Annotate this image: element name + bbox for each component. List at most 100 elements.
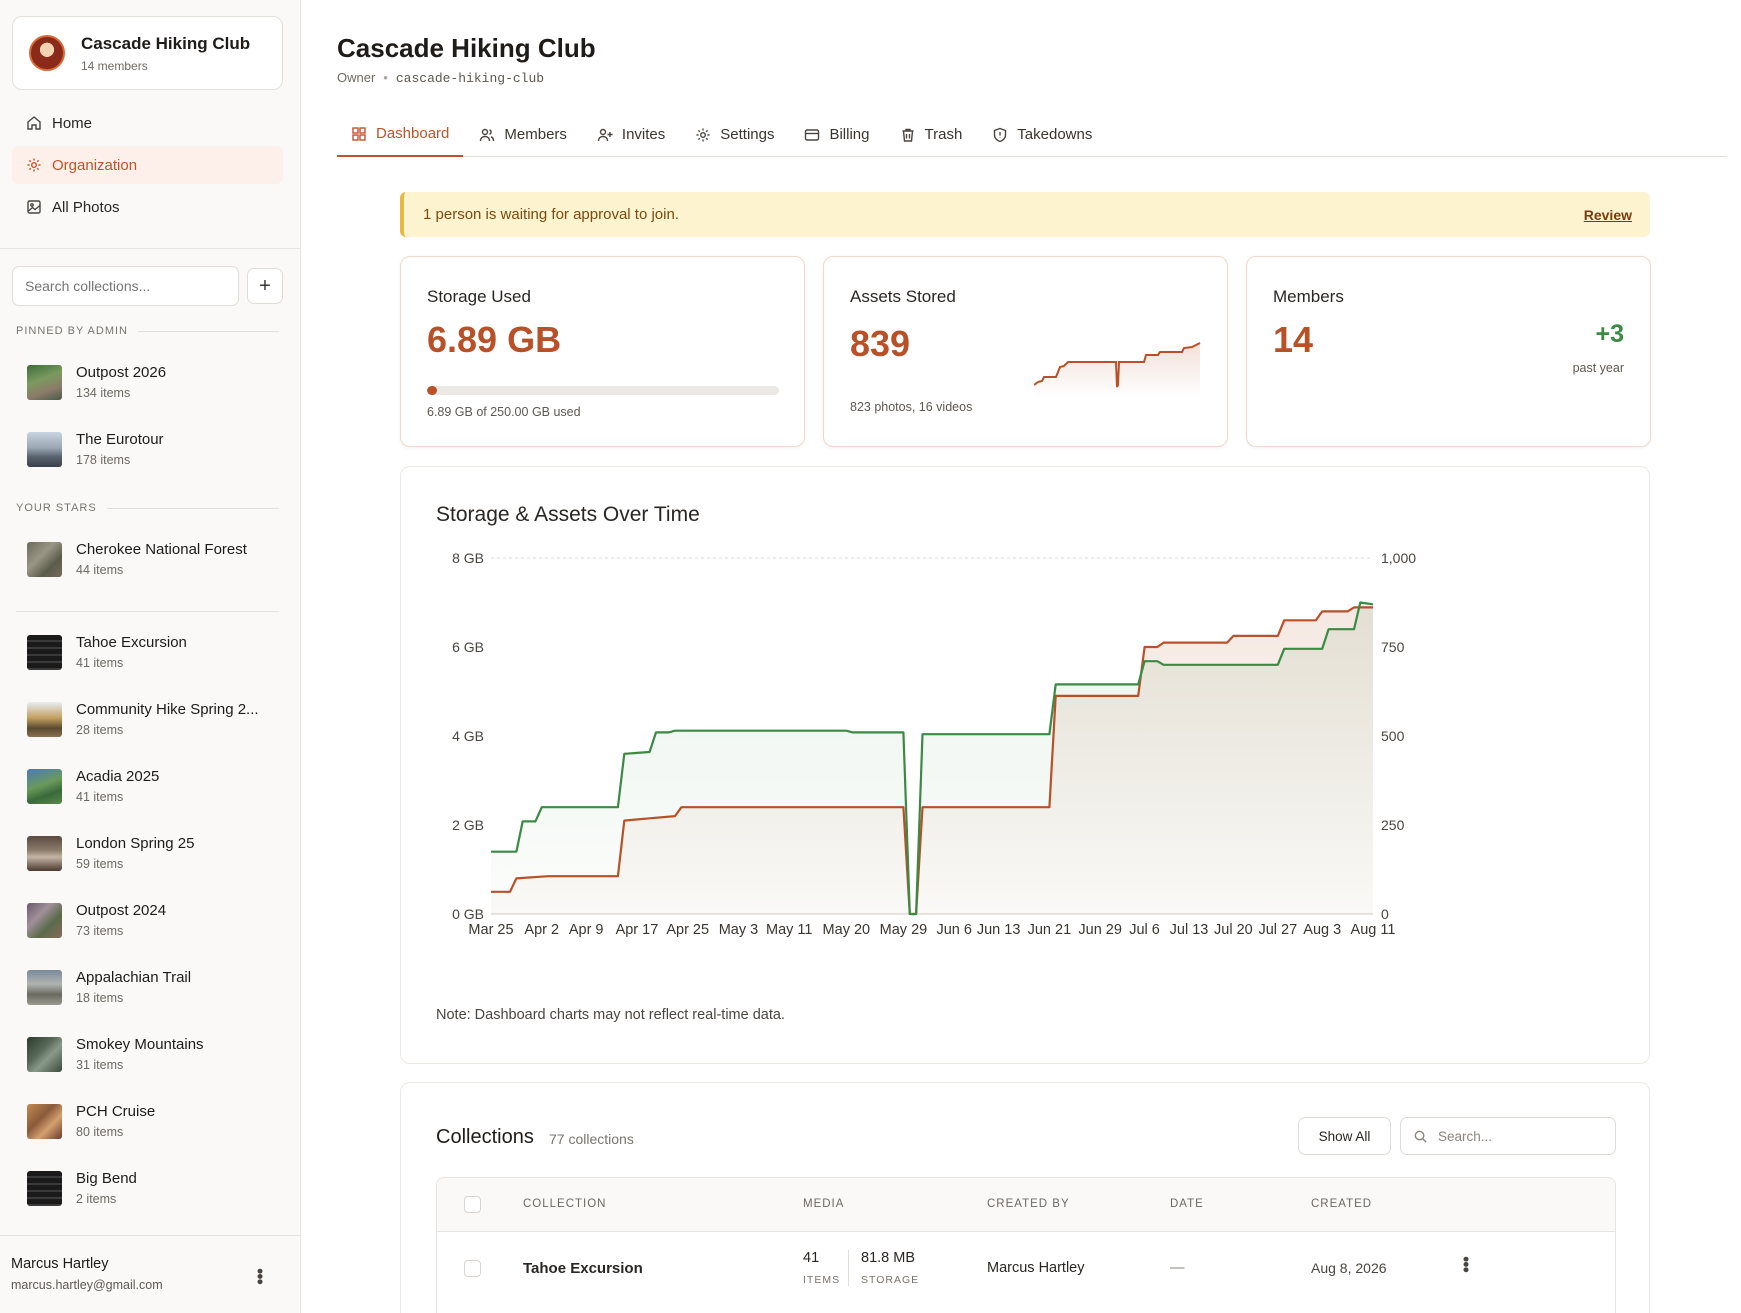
tab-label: Billing bbox=[829, 126, 870, 143]
sidebar-divider bbox=[16, 611, 279, 612]
tab-settings[interactable]: Settings bbox=[681, 112, 788, 157]
collection-name: Big Bend bbox=[76, 1170, 137, 1187]
collection-count: 31 items bbox=[76, 1058, 124, 1072]
review-link[interactable]: Review bbox=[1584, 207, 1632, 223]
collection-count: 18 items bbox=[76, 991, 124, 1005]
sidebar-collection-item[interactable]: Outpost 2026 134 items bbox=[27, 360, 277, 404]
members-delta: +3 bbox=[1595, 320, 1624, 348]
collection-thumbnail bbox=[27, 431, 62, 467]
collection-name: Community Hike Spring 2... bbox=[76, 701, 259, 718]
sidebar-collection-item[interactable]: Appalachian Trail 18 items bbox=[27, 965, 277, 1009]
sidebar-collection-item[interactable]: Smokey Mountains 31 items bbox=[27, 1032, 277, 1076]
collection-name: Smokey Mountains bbox=[76, 1036, 204, 1053]
tab-bar: Dashboard Members Invites Settings Billi… bbox=[337, 112, 1727, 157]
collection-search-row: + bbox=[12, 266, 283, 306]
x-tick-label: Jun 13 bbox=[977, 922, 1021, 938]
sidebar-nav: Home Organization All Photos bbox=[12, 104, 283, 230]
collection-name: Outpost 2024 bbox=[76, 902, 167, 919]
main-content: Cascade Hiking Club Owner • cascade-hiking… bbox=[302, 0, 1741, 1313]
more-vertical-icon[interactable]: ••• bbox=[249, 1268, 270, 1284]
stat-value: 6.89 GB bbox=[427, 319, 562, 360]
collection-count: 41 items bbox=[76, 656, 124, 670]
column-header[interactable]: CREATED bbox=[1311, 1198, 1372, 1210]
collection-name: The Eurotour bbox=[76, 431, 164, 448]
collection-count: 80 items bbox=[76, 1125, 124, 1139]
add-collection-button[interactable]: + bbox=[247, 268, 283, 304]
tab-takedowns[interactable]: Takedowns bbox=[978, 112, 1106, 157]
x-tick-label: Apr 2 bbox=[524, 922, 559, 938]
row-collection-name[interactable]: Tahoe Excursion bbox=[523, 1260, 643, 1277]
stat-value: 14 bbox=[1273, 319, 1314, 360]
sidebar-collection-item[interactable]: Community Hike Spring 2... 28 items bbox=[27, 697, 277, 741]
org-switcher[interactable]: Cascade Hiking Club 14 members bbox=[12, 16, 283, 90]
nav-home[interactable]: Home bbox=[12, 104, 283, 142]
nav-all-photos-label: All Photos bbox=[52, 198, 120, 216]
column-header[interactable]: MEDIA bbox=[803, 1198, 844, 1210]
sidebar-collection-item[interactable]: London Spring 25 59 items bbox=[27, 831, 277, 875]
collection-name: Acadia 2025 bbox=[76, 768, 160, 785]
x-tick-label: Apr 25 bbox=[666, 922, 709, 938]
collection-search-input[interactable] bbox=[12, 266, 239, 306]
collections-search-input[interactable]: Search... bbox=[1400, 1117, 1616, 1155]
user-account[interactable]: Marcus Hartley marcus.hartley@gmail.com … bbox=[0, 1235, 300, 1313]
collection-name: Cherokee National Forest bbox=[76, 541, 247, 558]
row-more-icon[interactable]: ••• bbox=[1455, 1256, 1476, 1272]
column-header[interactable]: CREATED BY bbox=[987, 1198, 1070, 1210]
sidebar-collection-item[interactable]: Tahoe Excursion 41 items bbox=[27, 630, 277, 674]
sidebar-collection-item[interactable]: The Eurotour 178 items bbox=[27, 427, 277, 471]
tab-billing[interactable]: Billing bbox=[790, 112, 883, 157]
sidebar-collection-item[interactable]: Outpost 2024 73 items bbox=[27, 898, 277, 942]
collection-count: 73 items bbox=[76, 924, 124, 938]
stat-label: Members bbox=[1273, 287, 1344, 306]
org-slug: cascade-hiking-club bbox=[395, 71, 545, 86]
sidebar-collection-item[interactable]: Acadia 2025 41 items bbox=[27, 764, 277, 808]
select-all-checkbox[interactable] bbox=[464, 1196, 481, 1213]
page-title: Cascade Hiking Club bbox=[337, 33, 596, 63]
y-left-tick-label: 2 GB bbox=[452, 817, 484, 833]
y-right-tick-label: 500 bbox=[1381, 728, 1405, 744]
collection-thumbnail bbox=[27, 768, 62, 804]
stars-section-label: YOUR STARS bbox=[16, 502, 279, 514]
sidebar-collection-item[interactable]: Big Bend 2 items bbox=[27, 1166, 277, 1210]
column-header[interactable]: DATE bbox=[1170, 1198, 1204, 1210]
tab-trash[interactable]: Trash bbox=[886, 112, 977, 157]
nav-organization[interactable]: Organization bbox=[12, 146, 283, 184]
x-tick-label: May 3 bbox=[719, 922, 759, 938]
y-left-tick-label: 4 GB bbox=[452, 728, 484, 744]
tab-invites[interactable]: Invites bbox=[583, 112, 679, 157]
row-created: Aug 8, 2026 bbox=[1311, 1260, 1387, 1276]
nav-all-photos[interactable]: All Photos bbox=[12, 188, 283, 226]
x-tick-label: Apr 17 bbox=[616, 922, 659, 938]
search-placeholder: Search... bbox=[1438, 1128, 1493, 1144]
collection-name: London Spring 25 bbox=[76, 835, 195, 852]
y-left-tick-label: 6 GB bbox=[452, 639, 484, 655]
nav-home-label: Home bbox=[52, 114, 93, 132]
x-tick-label: May 29 bbox=[880, 922, 928, 938]
storage-used-card: Storage Used 6.89 GB 6.89 GB of 250.00 G… bbox=[400, 256, 805, 447]
gear-icon bbox=[695, 127, 711, 143]
tab-members[interactable]: Members bbox=[465, 112, 581, 157]
members-card: Members 14 +3 past year bbox=[1246, 256, 1651, 447]
collection-thumbnail bbox=[27, 701, 62, 737]
collection-thumbnail bbox=[27, 364, 62, 400]
collection-count: 41 items bbox=[76, 790, 124, 804]
collection-thumbnail bbox=[27, 1036, 62, 1072]
y-right-tick-label: 0 bbox=[1381, 906, 1389, 922]
collection-name: Outpost 2026 bbox=[76, 364, 167, 381]
x-tick-label: Jul 27 bbox=[1258, 922, 1297, 938]
tab-label: Settings bbox=[720, 126, 775, 143]
row-checkbox[interactable] bbox=[464, 1260, 481, 1277]
sidebar-collection-item[interactable]: PCH Cruise 80 items bbox=[27, 1099, 277, 1143]
column-header[interactable]: COLLECTION bbox=[523, 1198, 607, 1210]
x-tick-label: Jul 20 bbox=[1214, 922, 1253, 938]
collection-thumbnail bbox=[27, 1103, 62, 1139]
show-all-button[interactable]: Show All bbox=[1298, 1117, 1391, 1155]
storage-progress-bar bbox=[427, 386, 779, 395]
table-row[interactable]: Tahoe Excursion 41 ITEMS 81.8 MB STORAGE… bbox=[437, 1232, 1615, 1308]
collection-count: 44 items bbox=[76, 563, 124, 577]
org-logo bbox=[29, 35, 65, 71]
sidebar-collection-item[interactable]: Cherokee National Forest 44 items bbox=[27, 537, 277, 581]
tab-dashboard[interactable]: Dashboard bbox=[337, 112, 464, 157]
stat-label: Storage Used bbox=[427, 287, 531, 306]
collection-thumbnail bbox=[27, 969, 62, 1005]
